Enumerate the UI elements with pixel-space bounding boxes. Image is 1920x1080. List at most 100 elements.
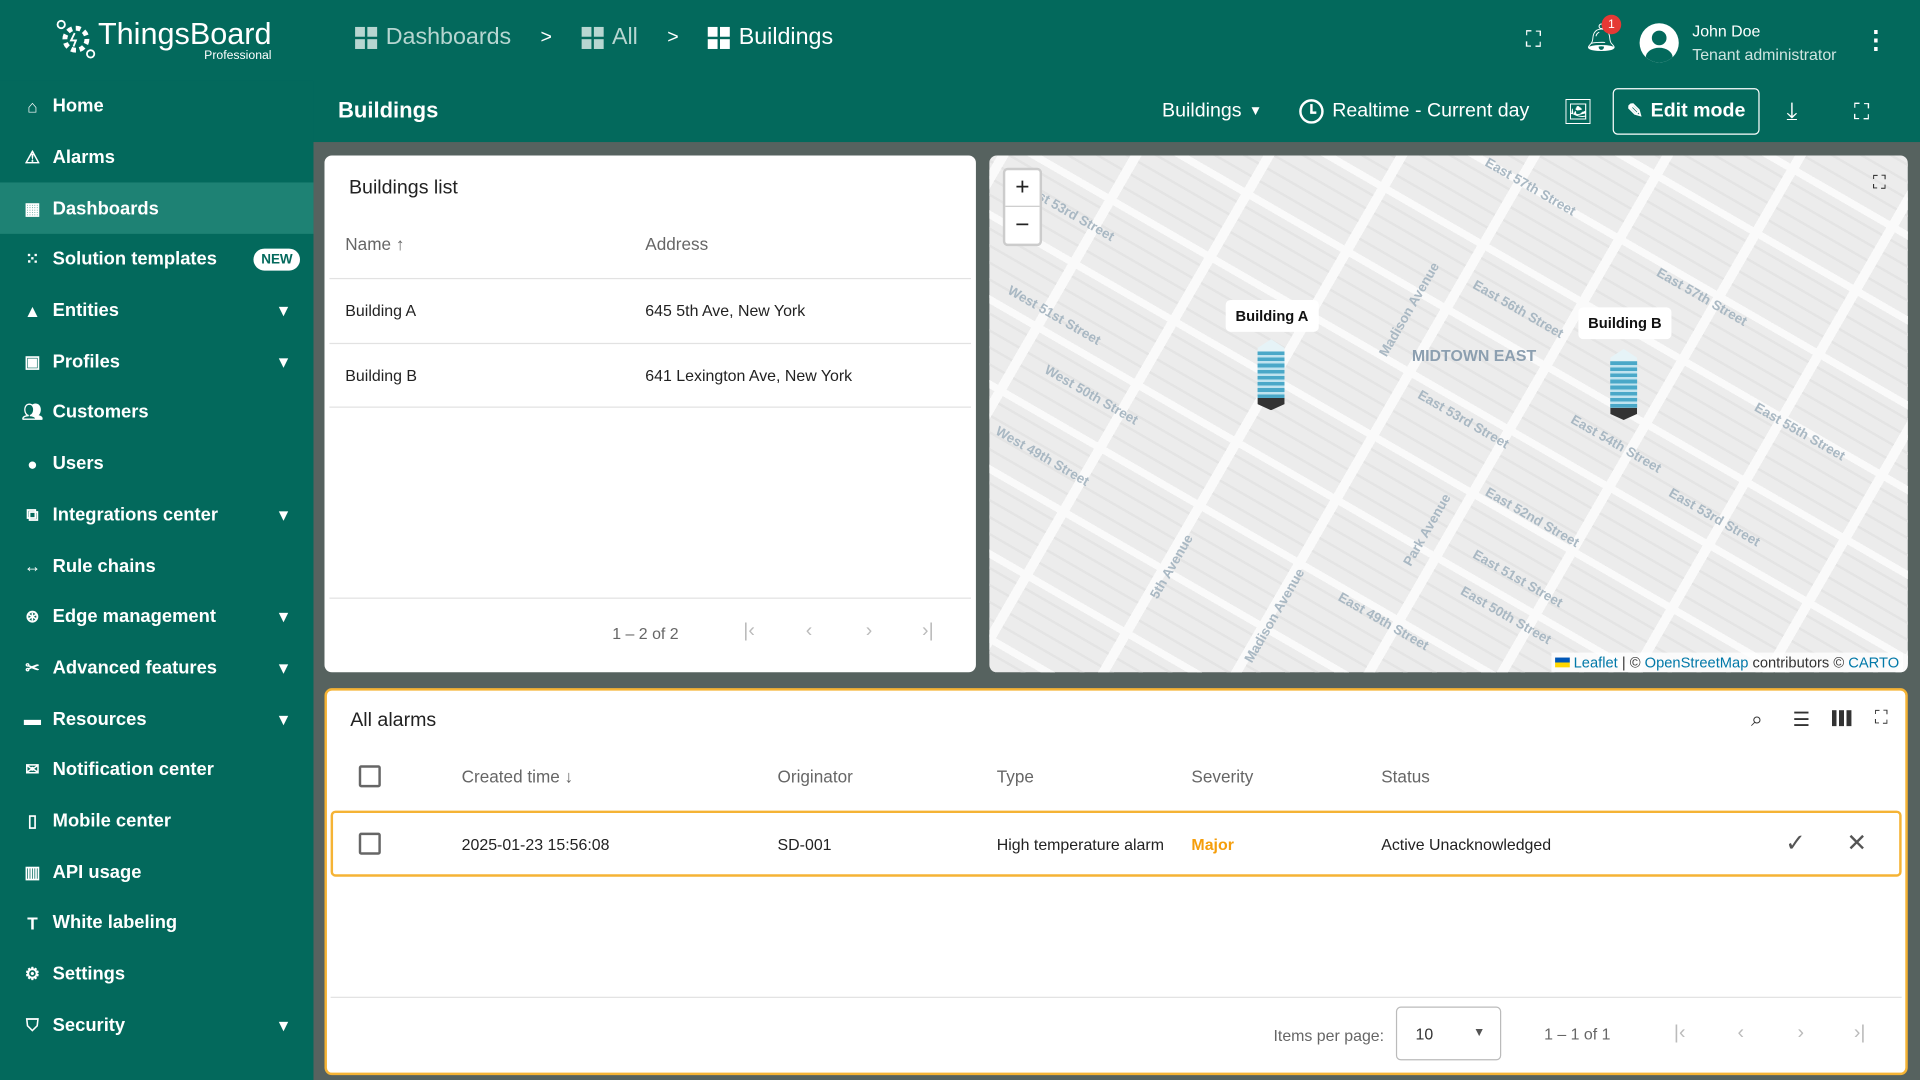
chevron-down-icon[interactable]: ▼ bbox=[276, 608, 292, 626]
prev-page-icon[interactable]: ‹ bbox=[806, 621, 813, 643]
sidebar-item-customers[interactable]: 👥︎ Customers bbox=[0, 387, 313, 438]
sidebar-item-profiles[interactable]: ▣ Profiles ▼ bbox=[0, 336, 313, 387]
fullscreen-icon[interactable]: ⛶ bbox=[1526, 27, 1541, 53]
sidebar-item-label: Profiles bbox=[52, 351, 121, 372]
state-select[interactable]: Buildings ▼ bbox=[1162, 93, 1262, 130]
apps-icon: ⁙ bbox=[25, 249, 40, 269]
sidebar-item-label: Alarms bbox=[52, 146, 115, 168]
items-per-page-value: 10 bbox=[1415, 1024, 1434, 1044]
sidebar-item-label: Settings bbox=[52, 963, 126, 985]
image-export-icon[interactable]: 🖼︎ bbox=[1562, 93, 1593, 130]
fullscreen-icon[interactable]: ⛶ bbox=[1875, 708, 1888, 729]
marker-label-building-b: Building B bbox=[1578, 307, 1672, 340]
sidebar-item-label: Rule chains bbox=[52, 555, 156, 577]
next-page-icon[interactable]: › bbox=[866, 621, 873, 643]
sidebar-item-entities[interactable]: ▲ Entities ▼ bbox=[0, 285, 313, 336]
column-header-address[interactable]: Address bbox=[645, 234, 708, 254]
sidebar-item-home[interactable]: ⌂ Home bbox=[0, 81, 313, 132]
timewindow-button[interactable]: Realtime - Current day bbox=[1299, 93, 1529, 130]
zoom-out-button[interactable]: − bbox=[1005, 207, 1039, 244]
first-page-icon[interactable]: |‹ bbox=[1674, 1022, 1686, 1044]
sidebar-item-settings[interactable]: ⚙ Settings bbox=[0, 949, 313, 1000]
sidebar-item-alarms[interactable]: ⚠ Alarms bbox=[0, 132, 313, 183]
notifications-button[interactable]: 🔔︎ 1 bbox=[1584, 14, 1622, 54]
sidebar: ⌂ Home ⚠ Alarms ▦ Dashboards ⁙ Solution templat… bbox=[0, 80, 314, 1080]
select-all-checkbox[interactable] bbox=[358, 765, 381, 788]
column-header-severity[interactable]: Severity bbox=[1191, 767, 1253, 787]
columns-icon[interactable] bbox=[1831, 710, 1852, 727]
notification-count: 1 bbox=[1601, 14, 1622, 35]
column-header-status[interactable]: Status bbox=[1381, 767, 1430, 787]
table-row[interactable]: Building A 645 5th Ave, New York bbox=[329, 277, 972, 343]
chevron-down-icon[interactable]: ▼ bbox=[276, 301, 292, 319]
map-widget[interactable]: West 53rd Street East 57th Street East 57t… bbox=[989, 155, 1908, 673]
leaflet-link[interactable]: Leaflet bbox=[1574, 654, 1618, 671]
warning-icon: ⚠ bbox=[24, 146, 41, 167]
breadcrumb-all[interactable]: All bbox=[581, 24, 638, 51]
sidebar-item-rule-chains[interactable]: ↔ Rule chains bbox=[0, 540, 313, 591]
chevron-down-icon[interactable]: ▼ bbox=[276, 710, 292, 728]
chevron-down-icon[interactable]: ▼ bbox=[276, 659, 292, 677]
clock-icon bbox=[1299, 99, 1324, 124]
attrib-text: contributors © bbox=[1752, 653, 1845, 672]
chevron-down-icon[interactable]: ▼ bbox=[276, 506, 292, 524]
clear-icon[interactable]: ✕ bbox=[1847, 828, 1868, 859]
dropdown-arrow-icon: ▼ bbox=[1473, 1026, 1486, 1040]
sidebar-item-integrations-center[interactable]: ⧉ Integrations center ▼ bbox=[0, 489, 313, 540]
search-icon[interactable]: ⌕ bbox=[1751, 708, 1763, 732]
building-marker-icon[interactable] bbox=[1607, 348, 1641, 422]
column-header-created-time[interactable]: Created time ↓ bbox=[462, 767, 573, 787]
filter-icon[interactable]: ☰ bbox=[1793, 708, 1811, 732]
last-page-icon[interactable]: ›| bbox=[1854, 1022, 1866, 1044]
zoom-in-button[interactable]: + bbox=[1005, 170, 1040, 207]
dashboard-icon bbox=[708, 26, 731, 49]
table-row[interactable]: Building B 641 Lexington Ave, New York bbox=[329, 342, 972, 408]
osm-link[interactable]: OpenStreetMap bbox=[1645, 654, 1749, 671]
edit-mode-button[interactable]: ✎ Edit mode bbox=[1612, 88, 1760, 135]
chart-icon: ▥ bbox=[24, 861, 41, 882]
prev-page-icon[interactable]: ‹ bbox=[1738, 1022, 1745, 1044]
sidebar-item-edge-management[interactable]: ⊛ Edge management ▼ bbox=[0, 591, 313, 642]
column-header-originator[interactable]: Originator bbox=[778, 767, 853, 787]
carto-link[interactable]: CARTO bbox=[1848, 654, 1899, 671]
ukraine-flag-icon bbox=[1554, 657, 1570, 668]
building-marker-icon[interactable] bbox=[1254, 339, 1288, 412]
map-fullscreen-icon[interactable]: ⛶ bbox=[1873, 173, 1886, 194]
user-menu[interactable]: John Doe Tenant administrator bbox=[1639, 20, 1836, 67]
sidebar-item-label: Notification center bbox=[52, 759, 214, 781]
sidebar-item-label: Advanced features bbox=[52, 657, 218, 679]
sidebar-item-label: Home bbox=[52, 95, 104, 117]
download-icon[interactable]: ⤓ bbox=[1787, 93, 1798, 130]
column-header-name[interactable]: Name ↑ bbox=[345, 234, 404, 254]
next-page-icon[interactable]: › bbox=[1798, 1022, 1805, 1044]
first-page-icon[interactable]: |‹ bbox=[743, 621, 755, 643]
sidebar-item-advanced-features[interactable]: ✂ Advanced features ▼ bbox=[0, 642, 313, 693]
dashboard-fullscreen-icon[interactable]: ⛶ bbox=[1854, 93, 1869, 130]
dashboard-icon bbox=[355, 26, 378, 49]
more-vert-icon[interactable]: ⋮ bbox=[1864, 24, 1888, 55]
row-checkbox[interactable] bbox=[358, 832, 381, 855]
items-per-page-select[interactable]: 10 ▼ bbox=[1395, 1006, 1502, 1061]
group-icon: 👥︎ bbox=[21, 402, 44, 422]
acknowledge-icon[interactable]: ✓ bbox=[1785, 828, 1806, 859]
last-page-icon[interactable]: ›| bbox=[922, 621, 934, 643]
chevron-down-icon[interactable]: ▼ bbox=[276, 352, 292, 370]
breadcrumb-dashboards[interactable]: Dashboards bbox=[355, 24, 511, 51]
alarm-row[interactable]: 2025-01-23 15:56:08 SD-001 High temperat… bbox=[330, 810, 1902, 877]
sidebar-item-api-usage[interactable]: ▥ API usage bbox=[0, 847, 313, 898]
sidebar-item-solution-templates[interactable]: ⁙ Solution templates NEW bbox=[0, 234, 313, 285]
sidebar-item-resources[interactable]: ▬ Resources ▼ bbox=[0, 693, 313, 744]
chevron-down-icon[interactable]: ▼ bbox=[276, 1016, 292, 1034]
sidebar-item-dashboards[interactable]: ▦ Dashboards bbox=[0, 182, 314, 234]
sidebar-item-notification-center[interactable]: ✉ Notification center bbox=[0, 744, 313, 795]
logo[interactable]: ThingsBoard Professional bbox=[54, 17, 272, 62]
sidebar-item-mobile-center[interactable]: ▯ Mobile center bbox=[0, 795, 313, 846]
sidebar-item-users[interactable]: ● Users bbox=[0, 438, 313, 489]
folder-icon: ▬ bbox=[23, 709, 42, 729]
cell-type: High temperature alarm bbox=[996, 835, 1164, 854]
column-header-type[interactable]: Type bbox=[997, 767, 1034, 787]
sidebar-item-white-labeling[interactable]: T White labeling bbox=[0, 898, 313, 949]
sidebar-item-label: Entities bbox=[52, 300, 120, 321]
sidebar-item-label: Edge management bbox=[52, 606, 216, 628]
sidebar-item-security[interactable]: ⛉ Security ▼ bbox=[0, 1000, 313, 1051]
